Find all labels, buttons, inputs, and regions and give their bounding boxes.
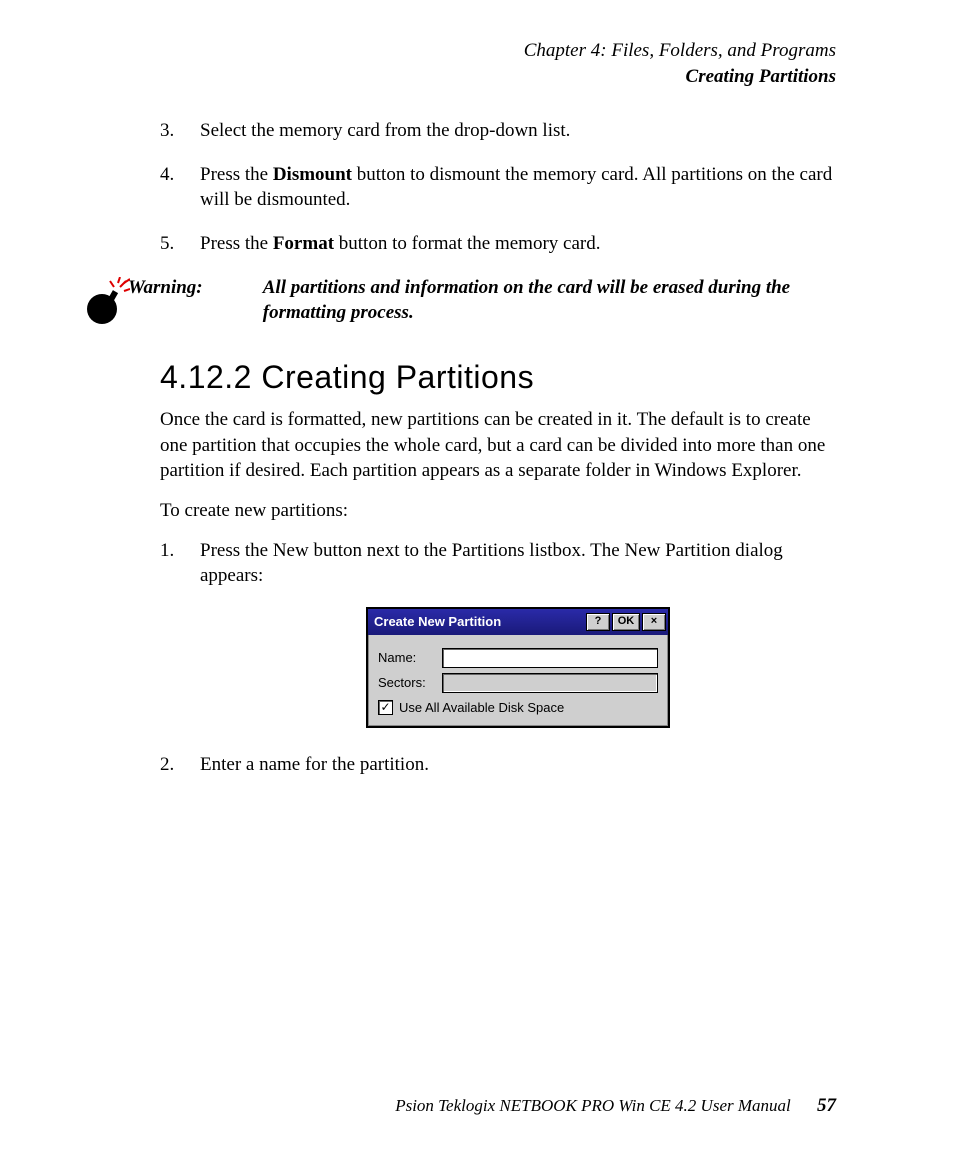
warning-text: Warning: All partitions and information …	[128, 275, 840, 326]
steps-list-a: 3. Select the memory card from the drop-…	[160, 118, 836, 257]
close-button[interactable]: ×	[642, 613, 666, 631]
step-number: 3.	[160, 118, 174, 144]
step-number: 2.	[160, 752, 174, 778]
step-2: 2. Enter a name for the partition.	[200, 752, 836, 778]
step-number: 5.	[160, 231, 174, 257]
page-header: Chapter 4: Files, Folders, and Programs …	[524, 38, 836, 89]
step-text-bold: Format	[273, 233, 334, 254]
use-all-space-label: Use All Available Disk Space	[399, 699, 564, 717]
help-button[interactable]: ?	[586, 613, 610, 631]
name-row: Name:	[378, 648, 658, 668]
subsection-heading: 4.12.2 Creating Partitions	[160, 356, 836, 399]
paragraph-2: To create new partitions:	[160, 498, 836, 524]
ok-button[interactable]: OK	[612, 613, 640, 631]
page-content: 3. Select the memory card from the drop-…	[160, 110, 836, 796]
name-label: Name:	[378, 649, 442, 667]
warning-body: All partitions and information on the ca…	[263, 275, 818, 326]
use-all-space-row: ✓ Use All Available Disk Space	[378, 699, 658, 717]
use-all-space-checkbox[interactable]: ✓	[378, 700, 393, 715]
chapter-title: Chapter 4: Files, Folders, and Programs	[524, 38, 836, 64]
step-number: 1.	[160, 538, 174, 564]
paragraph-1: Once the card is formatted, new partitio…	[160, 407, 836, 484]
page-footer: Psion Teklogix NETBOOK PRO Win CE 4.2 Us…	[395, 1093, 836, 1119]
bomb-icon	[80, 277, 130, 327]
step-1: 1. Press the New button next to the Part…	[200, 538, 836, 729]
warning-block: Warning: All partitions and information …	[80, 275, 840, 326]
step-text-pre: Press the	[200, 233, 273, 254]
step-text-pre: Press the	[200, 164, 273, 185]
step-number: 4.	[160, 162, 174, 188]
sectors-label: Sectors:	[378, 674, 442, 692]
page-number: 57	[817, 1095, 836, 1116]
warning-label: Warning:	[128, 275, 258, 301]
dialog-titlebar: Create New Partition ? OK ×	[368, 609, 668, 635]
steps-list-b: 1. Press the New button next to the Part…	[160, 538, 836, 778]
create-partition-dialog: Create New Partition ? OK × Name: Sector…	[366, 607, 670, 729]
manual-title: Psion Teklogix NETBOOK PRO Win CE 4.2 Us…	[395, 1096, 791, 1115]
step-text-bold: Dismount	[273, 164, 352, 185]
dialog-figure: Create New Partition ? OK × Name: Sector…	[200, 607, 836, 729]
step-text-post: button to format the memory card.	[334, 233, 600, 254]
step-text: Select the memory card from the drop-dow…	[200, 120, 570, 141]
name-input[interactable]	[442, 648, 658, 668]
step-3: 3. Select the memory card from the drop-…	[200, 118, 836, 144]
step-text: Enter a name for the partition.	[200, 754, 429, 775]
dialog-title: Create New Partition	[374, 613, 501, 631]
sectors-input[interactable]	[442, 673, 658, 693]
step-text: Press the New button next to the Partiti…	[200, 540, 783, 587]
step-4: 4. Press the Dismount button to dismount…	[200, 162, 836, 213]
sectors-row: Sectors:	[378, 673, 658, 693]
section-title: Creating Partitions	[524, 64, 836, 90]
dialog-body: Name: Sectors: ✓ Use All Available Disk …	[368, 635, 668, 727]
step-5: 5. Press the Format button to format the…	[200, 231, 836, 257]
